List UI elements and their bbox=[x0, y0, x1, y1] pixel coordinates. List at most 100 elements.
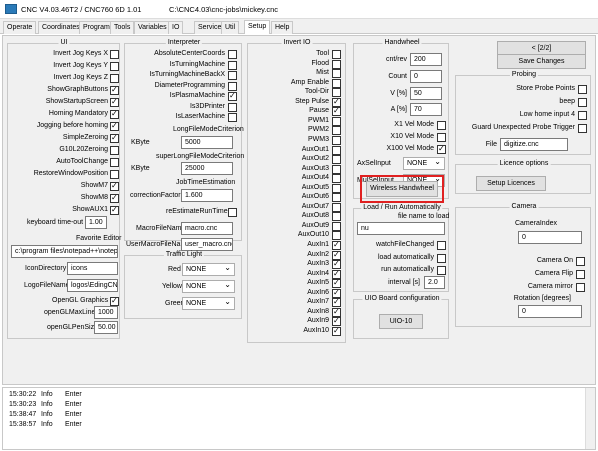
keyboard-timeout-input[interactable]: 1.00 bbox=[85, 216, 107, 229]
opengl-maxlines-input[interactable]: 1000 bbox=[94, 306, 118, 319]
interp-absolutecentercoords-checkbox[interactable] bbox=[228, 50, 237, 59]
io-pause-checkbox[interactable] bbox=[332, 106, 341, 117]
watch-file-changed-checkbox[interactable] bbox=[437, 241, 446, 250]
io-auxout1-checkbox[interactable] bbox=[332, 145, 341, 155]
ui-restorewindowposition-checkbox[interactable] bbox=[110, 170, 119, 179]
guard-probe-trigger-checkbox[interactable] bbox=[578, 124, 587, 133]
io-flood-checkbox[interactable] bbox=[332, 59, 341, 69]
tab-util[interactable]: Util bbox=[221, 21, 240, 34]
io-tool-checkbox[interactable] bbox=[332, 50, 341, 59]
rotation-input[interactable]: 0 bbox=[518, 305, 582, 318]
load-automatically-checkbox[interactable] bbox=[437, 254, 446, 263]
camera-index-input[interactable]: 0 bbox=[518, 231, 582, 244]
traffic-yellow-select[interactable]: NONE bbox=[182, 280, 235, 293]
ui-invert-jog-keys-x-checkbox[interactable] bbox=[110, 50, 119, 59]
traffic-red-select[interactable]: NONE bbox=[182, 263, 235, 276]
message-log[interactable]: 15:30:22 Info Enter 15:30:23 Info Enter 15:38:… bbox=[2, 387, 596, 450]
interp-is3dprinter-checkbox[interactable] bbox=[228, 102, 237, 112]
tab-operate[interactable]: Operate bbox=[3, 21, 37, 34]
macro-filename-input[interactable]: macro.cnc bbox=[181, 222, 233, 235]
count-input[interactable]: 0 bbox=[410, 70, 442, 83]
io-mist-checkbox[interactable] bbox=[332, 69, 341, 79]
tab-help[interactable]: Help bbox=[271, 21, 294, 34]
low-home-input-label: Low home input 4 bbox=[519, 111, 575, 118]
low-home-input-checkbox[interactable] bbox=[578, 111, 587, 120]
x10-vel-mode-checkbox[interactable] bbox=[437, 133, 446, 142]
traffic-green-select[interactable]: NONE bbox=[182, 297, 235, 310]
io-pwm2-checkbox[interactable] bbox=[332, 126, 341, 136]
camera-on-checkbox[interactable] bbox=[576, 257, 585, 266]
ui-invert-jog-keys-z-checkbox[interactable] bbox=[110, 74, 119, 83]
setup-licences-button[interactable]: Setup Licences bbox=[476, 176, 546, 191]
logo-filename-input[interactable]: logos\EdingCNCL bbox=[67, 279, 118, 292]
opengl-graphics-checkbox[interactable] bbox=[110, 296, 119, 306]
x1-vel-mode-checkbox[interactable] bbox=[437, 121, 446, 130]
user-macro-filename-input[interactable]: user_macro.cnc bbox=[181, 238, 233, 251]
opengl-maxlines-label: openGLMaxLines bbox=[44, 309, 99, 316]
ui-showaux1-label: ShowAUX1 bbox=[72, 206, 108, 213]
icon-directory-input[interactable]: icons bbox=[67, 262, 118, 275]
io-auxout2-checkbox[interactable] bbox=[332, 155, 341, 165]
io-pwm3-label: PWM3 bbox=[308, 135, 329, 143]
interp-isturningmachinebackx-checkbox[interactable] bbox=[228, 71, 237, 80]
interp-isplasmamachine-checkbox[interactable] bbox=[228, 91, 237, 101]
camera-flip-checkbox[interactable] bbox=[576, 270, 585, 279]
interp-isturningmachine-checkbox[interactable] bbox=[228, 60, 237, 70]
tab-variables[interactable]: Variables bbox=[134, 21, 171, 34]
uio-10-button[interactable]: UIO-10 bbox=[379, 314, 423, 329]
long-file-kbyte-input[interactable]: 5000 bbox=[181, 136, 233, 149]
probe-file-input[interactable]: digitize.cnc bbox=[500, 138, 568, 151]
ui-invert-jog-keys-y-checkbox[interactable] bbox=[110, 62, 119, 71]
tab-io[interactable]: IO bbox=[168, 21, 184, 34]
x100-vel-mode-checkbox[interactable] bbox=[437, 144, 446, 154]
io-auxout9-checkbox[interactable] bbox=[332, 221, 341, 231]
run-automatically-checkbox[interactable] bbox=[437, 266, 446, 275]
favorite-editor-input[interactable]: c:\program files\notepad++\notepad bbox=[11, 245, 118, 258]
ui-homing-mandatory-checkbox[interactable] bbox=[110, 109, 119, 119]
wireless-handwheel-button[interactable]: Wireless Handwheel bbox=[366, 181, 438, 197]
io-auxout4-checkbox[interactable] bbox=[332, 174, 341, 184]
io-auxout8-checkbox[interactable] bbox=[332, 212, 341, 222]
super-long-file-kbyte-input[interactable]: 25000 bbox=[181, 162, 233, 175]
save-changes-button[interactable]: Save Changes bbox=[497, 54, 586, 69]
axsel-input-select[interactable]: NONE bbox=[403, 157, 445, 170]
ui-g10l20zeroing-checkbox[interactable] bbox=[110, 146, 119, 155]
ui-autotoolchange-checkbox[interactable] bbox=[110, 158, 119, 167]
tab-setup[interactable]: Setup bbox=[244, 20, 271, 34]
io-auxout7-checkbox[interactable] bbox=[332, 202, 341, 212]
ui-showm7-checkbox[interactable] bbox=[110, 181, 119, 191]
io-pwm1-checkbox[interactable] bbox=[332, 116, 341, 126]
a-percent-input[interactable]: 70 bbox=[410, 103, 442, 116]
io-amp-enable-checkbox[interactable] bbox=[332, 78, 341, 88]
macro-filename-label: MacroFileName bbox=[136, 225, 186, 232]
ui-showm8-checkbox[interactable] bbox=[110, 193, 119, 203]
tab-coordinates[interactable]: Coordinates bbox=[38, 21, 84, 34]
interp-islasermachine-checkbox[interactable] bbox=[228, 113, 237, 122]
ui-showstartupscreen-checkbox[interactable] bbox=[110, 97, 119, 107]
file-to-load-label: file name to load bbox=[398, 213, 450, 220]
ui-jogging-before-homing-checkbox[interactable] bbox=[110, 121, 119, 131]
a-percent-label: A [%] bbox=[390, 106, 407, 113]
io-auxin10-checkbox[interactable] bbox=[332, 326, 341, 336]
ui-simplezeroing-checkbox[interactable] bbox=[110, 133, 119, 143]
tab-tools[interactable]: Tools bbox=[110, 21, 135, 34]
file-to-load-input[interactable]: nu bbox=[357, 222, 445, 235]
store-probe-points-checkbox[interactable] bbox=[578, 85, 587, 94]
beep-checkbox[interactable] bbox=[578, 98, 587, 107]
tab-program[interactable]: Program bbox=[79, 21, 114, 34]
camera-mirror-checkbox[interactable] bbox=[576, 283, 585, 292]
ui-showaux1-checkbox[interactable] bbox=[110, 205, 119, 215]
correction-factor-input[interactable]: 1.600 bbox=[181, 189, 233, 202]
interval-input[interactable]: 2.0 bbox=[424, 276, 445, 289]
io-auxout5-checkbox[interactable] bbox=[332, 183, 341, 193]
log-scrollbar[interactable] bbox=[585, 388, 595, 449]
interp-diameterprogramming-checkbox[interactable] bbox=[228, 81, 237, 91]
ui-showgraphbuttons-checkbox[interactable] bbox=[110, 85, 119, 95]
io-pwm3-checkbox[interactable] bbox=[332, 135, 341, 145]
cnt-rev-input[interactable]: 200 bbox=[410, 53, 442, 66]
io-auxout3-checkbox[interactable] bbox=[332, 164, 341, 174]
opengl-pensize-input[interactable]: 50.00 bbox=[94, 321, 118, 334]
v-percent-input[interactable]: 50 bbox=[410, 87, 442, 100]
io-auxout6-checkbox[interactable] bbox=[332, 193, 341, 203]
reestimate-runtime-checkbox[interactable] bbox=[228, 208, 237, 217]
